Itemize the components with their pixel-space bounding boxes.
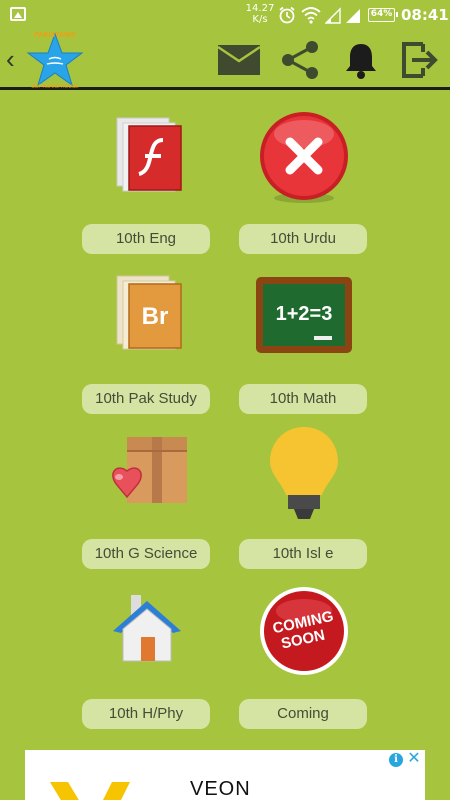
star-logo-icon — [26, 32, 84, 87]
ad-info-button[interactable]: i — [389, 753, 403, 767]
ad-text: VEON — [190, 778, 251, 800]
alarm-icon — [279, 6, 295, 24]
network-speed: 14.27 K/s — [245, 3, 275, 25]
tile-10th-isl[interactable]: 10th Isl e — [239, 425, 369, 575]
net-speed-unit: K/s — [252, 14, 268, 25]
coming-soon-icon: COMING SOON — [260, 587, 348, 675]
share-icon — [282, 41, 318, 79]
tile-label: 10th G Science — [82, 539, 210, 569]
tile-10th-h-phy[interactable]: 10th H/Phy — [82, 585, 212, 735]
red-x-icon — [260, 112, 348, 203]
house-icon — [113, 595, 181, 662]
tile-label: 10th Eng — [82, 224, 210, 254]
exit-icon — [402, 42, 438, 78]
flash-file-icon — [116, 117, 182, 192]
tile-10th-g-science[interactable]: 10th G Science — [82, 425, 212, 575]
svg-text:Br: Br — [142, 303, 169, 330]
net-speed-value: 14.27 — [245, 3, 275, 14]
chalkboard-icon: 1+2=3 — [256, 277, 352, 353]
status-bar: 14.27 K/s 64% 08:41 — [0, 0, 450, 30]
notifications-button[interactable] — [339, 40, 383, 80]
tile-label: 10th Pak Study — [82, 384, 210, 414]
exit-button[interactable] — [397, 40, 441, 80]
tile-label: Coming — [239, 699, 367, 729]
tile-coming[interactable]: COMING SOON Coming — [239, 585, 369, 735]
ad-banner[interactable]: VEON i ✕ — [25, 750, 425, 800]
lightbulb-icon — [270, 427, 338, 519]
back-button[interactable]: ‹ — [6, 44, 15, 74]
tile-10th-urdu[interactable]: 10th Urdu — [239, 110, 369, 260]
tile-label: 10th Urdu — [239, 224, 367, 254]
gallery-notification-icon — [10, 7, 26, 21]
signal-weak-icon — [325, 7, 341, 24]
tile-10th-math[interactable]: 1+2=3 10th Math — [239, 270, 369, 420]
tile-label: 10th Math — [239, 384, 367, 414]
signal-icon — [346, 9, 360, 23]
app-logo: PAKISTANIS SOFTWARE HOUSE — [25, 32, 85, 90]
box-heart-icon — [112, 437, 187, 503]
share-button[interactable] — [278, 40, 322, 80]
bell-icon — [346, 44, 376, 79]
clock: 08:41 — [401, 6, 449, 24]
ad-close-button[interactable]: ✕ — [406, 751, 422, 767]
math-board-text: 1+2=3 — [276, 303, 333, 325]
logo-sub-text: SOFTWARE HOUSE — [31, 84, 79, 90]
tile-10th-pak-study[interactable]: Br 10th Pak Study — [82, 270, 212, 420]
mail-button[interactable] — [217, 40, 261, 80]
bridge-file-icon: Br — [116, 275, 182, 350]
mail-icon — [217, 45, 261, 75]
tile-10th-eng[interactable]: 10th Eng — [82, 110, 212, 260]
app-bar: ‹ PAKISTANIS SOFTWARE HOUSE — [0, 30, 450, 90]
logo-brand-text: PAKISTANIS — [34, 32, 76, 39]
tile-label: 10th Isl e — [239, 539, 367, 569]
wifi-icon — [301, 7, 321, 24]
battery-indicator: 64% — [368, 8, 398, 22]
ad-logo-icon — [50, 782, 130, 800]
tile-label: 10th H/Phy — [82, 699, 210, 729]
